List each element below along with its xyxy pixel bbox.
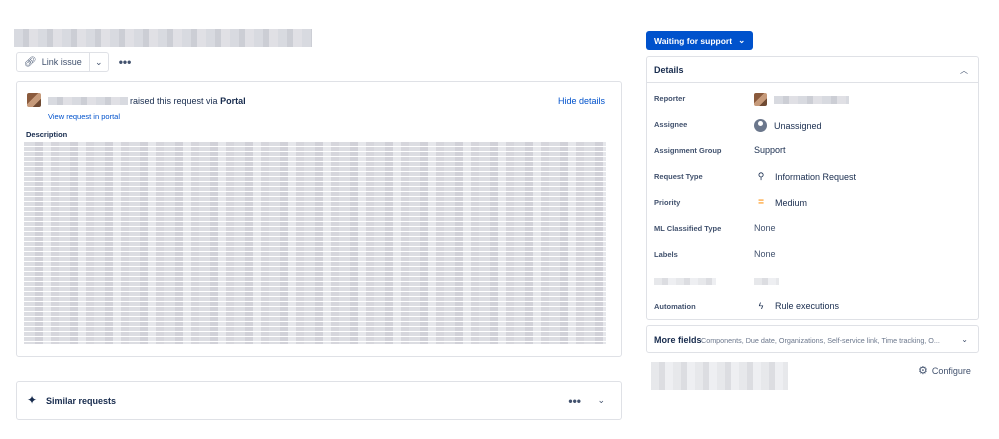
request-type-icon: ⚲ [757, 171, 765, 181]
status-button[interactable]: Waiting for support ⌄ [646, 31, 754, 50]
link-issue-dropdown-button[interactable]: ⌄ [90, 53, 108, 71]
request-type-value: Information Request [775, 171, 857, 182]
detail-value-labels[interactable]: None [754, 249, 776, 259]
similar-more-button[interactable]: ••• [568, 394, 581, 408]
chevron-up-icon[interactable]: ︿ [960, 65, 968, 76]
more-icon: ••• [568, 394, 581, 408]
more-fields-panel[interactable]: More fields Components, Due date, Organi… [646, 325, 979, 353]
detail-value-automation[interactable]: ϟ Rule executions [754, 301, 839, 311]
detail-row-assignee: Assignee Unassigned [647, 111, 978, 137]
detail-value-assignment-group[interactable]: Support [754, 145, 786, 155]
details-title: Details [654, 65, 684, 75]
request-channel: Portal [220, 96, 246, 106]
detail-value-reporter[interactable] [754, 93, 849, 106]
more-actions-button[interactable]: ••• [119, 55, 132, 69]
detail-row-labels: Labels None [647, 241, 978, 267]
detail-value-priority[interactable]: = Medium [754, 197, 807, 208]
view-request-in-portal-link[interactable]: View request in portal [48, 112, 120, 121]
detail-label: Automation [654, 302, 696, 311]
chevron-down-icon: ⌄ [738, 35, 746, 45]
details-panel: Details ︿ Reporter Assignee Unassigned A… [646, 56, 979, 320]
footer-meta-redacted [651, 362, 788, 390]
description-label: Description [26, 130, 68, 139]
request-card: raised this request via Portal View requ… [16, 81, 622, 357]
similar-requests-title: Similar requests [46, 396, 117, 406]
detail-row-ml-classified-type: ML Classified Type None [647, 215, 978, 241]
detail-value-ml-classified-type[interactable]: None [754, 223, 776, 233]
reporter-name-redacted [774, 95, 849, 104]
similar-requests-panel[interactable]: ✦ Similar requests ••• ⌄ [16, 381, 622, 420]
detail-label: Reporter [654, 94, 686, 103]
lightning-icon: ϟ [758, 301, 764, 311]
link-issue-button[interactable]: 🔗︎ Link issue [17, 53, 90, 71]
detail-row-assignment-group: Assignment Group Support [647, 137, 978, 163]
hide-details-link[interactable]: Hide details [558, 96, 605, 106]
detail-label: Request Type [654, 172, 703, 181]
detail-label: Assignee [654, 120, 688, 129]
detail-label: Priority [654, 198, 681, 207]
detail-row-reporter: Reporter [647, 85, 978, 111]
reporter-name-redacted [48, 97, 128, 105]
unassigned-user-icon [754, 119, 767, 132]
reporter-avatar [27, 93, 41, 107]
detail-label: ML Classified Type [654, 224, 722, 233]
detail-label-redacted [654, 278, 716, 285]
gear-icon: ⚙ [918, 365, 928, 377]
configure-label: Configure [931, 365, 971, 376]
chevron-down-icon: ⌄ [94, 56, 103, 67]
detail-value-request-type[interactable]: ⚲ Information Request [754, 171, 856, 182]
similar-expand-button[interactable]: ⌄ [597, 395, 605, 406]
details-header[interactable]: Details ︿ [647, 57, 978, 83]
detail-label: Assignment Group [654, 146, 722, 155]
reporter-avatar [754, 93, 767, 106]
priority-value: Medium [775, 197, 808, 208]
detail-label: Labels [654, 250, 678, 259]
link-icon: 🔗︎ [24, 56, 37, 68]
chevron-down-icon: ⌄ [597, 395, 605, 405]
assignee-value: Unassigned [774, 120, 822, 131]
description-body-redacted [24, 142, 606, 344]
status-label: Waiting for support [654, 35, 733, 46]
raised-text: raised this request via [130, 96, 218, 106]
detail-row-priority: Priority = Medium [647, 189, 978, 215]
more-icon: ••• [118, 55, 132, 69]
link-issue-button-group: 🔗︎ Link issue ⌄ [16, 52, 109, 72]
issue-toolbar: 🔗︎ Link issue ⌄ ••• [16, 52, 131, 72]
detail-row-automation: Automation ϟ Rule executions [647, 293, 978, 319]
detail-value-assignee[interactable]: Unassigned [754, 119, 822, 132]
link-issue-label: Link issue [41, 57, 82, 67]
issue-title-redacted [14, 29, 312, 47]
detail-value-redacted[interactable] [754, 278, 779, 285]
chevron-down-icon[interactable]: ⌄ [961, 335, 968, 344]
configure-button[interactable]: ⚙ Configure [918, 364, 971, 377]
priority-medium-icon: = [758, 197, 764, 208]
automation-value: Rule executions [775, 301, 840, 311]
detail-row-redacted [647, 267, 978, 293]
more-fields-title: More fields [654, 335, 702, 345]
detail-row-request-type: Request Type ⚲ Information Request [647, 163, 978, 189]
more-fields-summary: Components, Due date, Organizations, Sel… [701, 336, 940, 345]
sparkle-icon: ✦ [27, 393, 38, 407]
raised-via-text: raised this request via Portal [130, 96, 246, 106]
